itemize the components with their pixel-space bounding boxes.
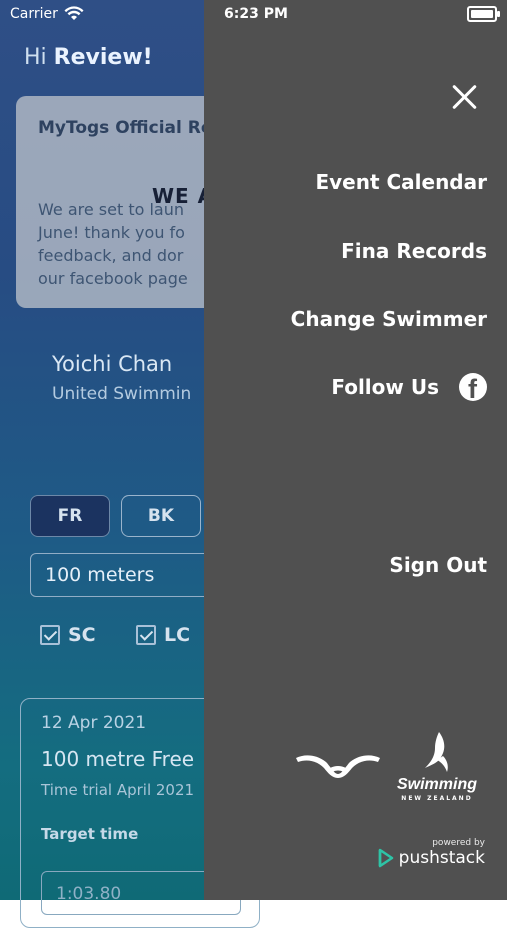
checkbox-icon[interactable] <box>136 625 156 645</box>
powered-by-label: powered by <box>432 838 485 848</box>
status-bar-left: Carrier <box>10 6 84 22</box>
record-date: 12 Apr 2021 <box>41 713 147 733</box>
close-icon[interactable] <box>451 84 477 110</box>
course-lc-toggle[interactable]: LC <box>136 624 190 646</box>
menu-item-sign-out[interactable]: Sign Out <box>389 553 487 577</box>
greeting-name: Review! <box>53 45 153 70</box>
menu-item-follow-us[interactable]: Follow Us f <box>331 373 487 401</box>
swimmer-logo <box>296 755 380 778</box>
greeting-prefix: Hi <box>24 45 54 70</box>
carrier-label: Carrier <box>10 6 58 22</box>
follow-us-label: Follow Us <box>331 375 439 399</box>
announcement-card[interactable]: MyTogs Official Re WE A We are set to la… <box>16 96 236 308</box>
record-event: 100 metre Free <box>41 747 195 771</box>
swimmer-name: Yoichi Chan <box>52 352 173 376</box>
target-time-label: Target time <box>41 825 139 843</box>
swimming-nz-mark <box>425 732 448 772</box>
menu-item-event-calendar[interactable]: Event Calendar <box>315 170 487 194</box>
checkbox-icon[interactable] <box>40 625 60 645</box>
pushstack-icon <box>378 848 393 868</box>
wifi-icon <box>64 6 84 20</box>
announcement-title: MyTogs Official Re <box>38 118 213 138</box>
swimming-wordmark: Swimming <box>396 776 477 793</box>
course-lc-label: LC <box>164 624 191 646</box>
course-sc-label: SC <box>68 624 96 646</box>
side-drawer: 6:23 PM Event Calendar Fina Records Chan… <box>204 0 507 900</box>
pushstack-brand[interactable]: pushstack <box>377 848 485 868</box>
facebook-icon[interactable]: f <box>459 373 487 401</box>
swimmer-club: United Swimmin <box>52 384 192 404</box>
status-time: 6:23 PM <box>224 6 288 22</box>
stroke-bk-button[interactable]: BK <box>121 495 201 537</box>
greeting: Hi Review! <box>24 45 153 70</box>
battery-icon <box>467 6 500 22</box>
pushstack-label: pushstack <box>398 848 485 868</box>
record-meet: Time trial April 2021 <box>41 781 195 799</box>
stroke-fr-button[interactable]: FR <box>30 495 110 537</box>
course-sc-toggle[interactable]: SC <box>40 624 96 646</box>
new-zealand-wordmark: NEW ZEALAND <box>401 795 473 802</box>
menu-item-change-swimmer[interactable]: Change Swimmer <box>291 307 487 331</box>
menu-item-fina-records[interactable]: Fina Records <box>341 239 487 263</box>
swimming-nz-logo: Swimming NEW ZEALAND <box>392 730 482 802</box>
